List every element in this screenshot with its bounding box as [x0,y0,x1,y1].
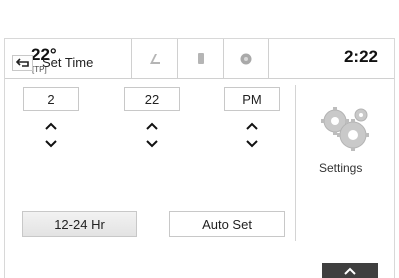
gears-icon [321,107,369,151]
settings-button[interactable] [315,105,375,153]
chevron-down-icon [146,140,158,148]
chevron-up-icon [246,122,258,130]
page-title: Set Time [42,55,94,70]
infotainment-screen: 22° [TP] 2:22 Set Time 2 22 PM 12-24 Hr … [4,38,395,278]
chevron-up-icon [146,122,158,130]
minute-down-button[interactable] [124,135,180,153]
chevron-down-icon [246,140,258,148]
navigation-icon [240,53,252,65]
phone-icon [197,53,204,64]
back-button[interactable] [12,55,33,71]
chevron-down-icon [45,140,57,148]
chevron-up-icon [45,122,57,130]
chevron-up-icon [344,267,356,275]
hour-up-button[interactable] [23,117,79,135]
settings-label[interactable]: Settings [319,161,362,175]
divider [295,85,296,241]
format-12-24-button[interactable]: 12-24 Hr [22,211,137,237]
minute-up-button[interactable] [124,117,180,135]
clock: 2:22 [343,47,378,66]
expand-menu-button[interactable] [322,263,378,278]
hour-down-button[interactable] [23,135,79,153]
minute-value: 22 [124,87,180,111]
tab-navigation[interactable] [223,39,269,79]
hour-value: 2 [23,87,79,111]
auto-set-button[interactable]: Auto Set [169,211,285,237]
tab-audio[interactable] [131,39,177,79]
period-up-button[interactable] [224,117,280,135]
music-note-icon [149,54,160,64]
period-down-button[interactable] [224,135,280,153]
tab-phone[interactable] [177,39,223,79]
app-tabs [131,39,269,79]
period-value: PM [224,87,280,111]
back-arrow-icon [15,58,29,67]
